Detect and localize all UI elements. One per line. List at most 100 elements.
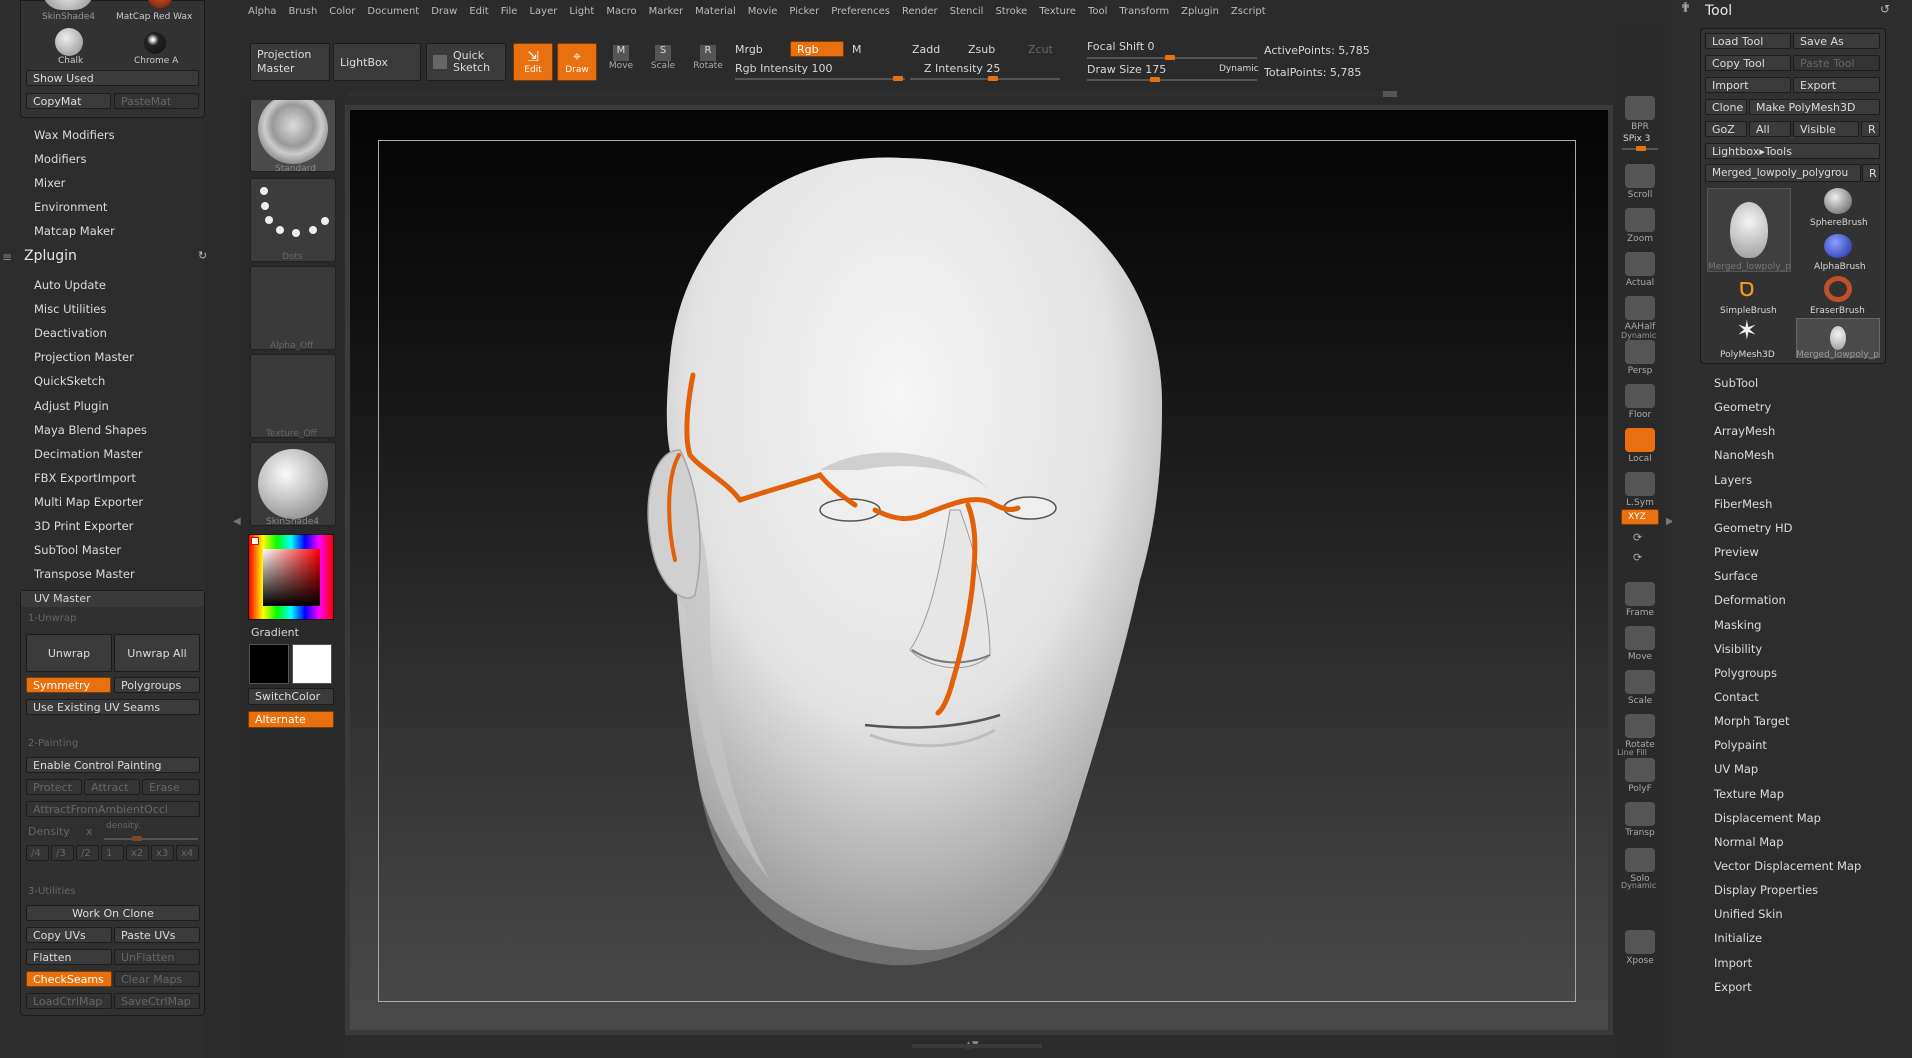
tool-menu-surface[interactable]: Surface [1714, 569, 1758, 583]
paste-tool-button[interactable]: Paste Tool [1793, 55, 1880, 71]
import-button[interactable]: Import [1705, 77, 1791, 93]
menu-macro[interactable]: Macro [600, 6, 642, 17]
right-shelf-polyf-button[interactable]: PolyF [1614, 752, 1666, 794]
right-shelf-lsym-button[interactable]: L.Sym [1614, 466, 1666, 508]
menu-texture[interactable]: Texture [1033, 6, 1082, 17]
zplugin-item[interactable]: Projection Master [34, 350, 134, 364]
menu-movie[interactable]: Movie [742, 6, 784, 17]
goz-button[interactable]: GoZ [1705, 121, 1747, 137]
rotate-y-icon[interactable]: ⟳ [1633, 531, 1642, 544]
erase-button[interactable]: Erase [142, 779, 200, 795]
tool-menu-fibermesh[interactable]: FiberMesh [1714, 497, 1772, 511]
left-menu-item[interactable]: Wax Modifiers [34, 128, 115, 142]
secondary-color-swatch[interactable] [292, 644, 332, 684]
menu-zscript[interactable]: Zscript [1225, 6, 1272, 17]
goz-all-button[interactable]: All [1749, 121, 1791, 137]
alternate-toggle[interactable]: Alternate [248, 711, 334, 728]
symmetry-toggle[interactable]: Symmetry [26, 677, 111, 693]
tool-menu-polypaint[interactable]: Polypaint [1714, 738, 1767, 752]
right-shelf-floor-button[interactable]: Floor [1614, 378, 1666, 420]
right-shelf-aahalf-button[interactable]: AAHalf [1614, 290, 1666, 332]
right-shelf-move-button[interactable]: Move [1614, 620, 1666, 662]
material-chrome-thumb[interactable] [144, 32, 166, 54]
clear-maps-button[interactable]: Clear Maps [114, 971, 200, 987]
copy-tool-button[interactable]: Copy Tool [1705, 55, 1791, 71]
right-shelf-local-button[interactable]: Local [1614, 422, 1666, 464]
tool-menu-preview[interactable]: Preview [1714, 545, 1759, 559]
tool-refresh-icon[interactable]: ↺ [1880, 2, 1890, 16]
protect-button[interactable]: Protect [26, 779, 82, 795]
spherebrush-icon[interactable] [1824, 188, 1852, 214]
flatten-button[interactable]: Flatten [26, 949, 112, 965]
copymat-button[interactable]: CopyMat [26, 93, 111, 109]
clone-button[interactable]: Clone [1705, 99, 1747, 115]
bottom-scrollbar[interactable] [912, 1044, 1042, 1048]
current-tool-slider[interactable]: Merged_lowpoly_polygrou [1705, 164, 1861, 182]
spix-slider[interactable] [1622, 146, 1658, 151]
unwrap-button[interactable]: Unwrap [26, 634, 112, 672]
right-shelf-frame-button[interactable]: Frame [1614, 576, 1666, 618]
right-shelf-actual-button[interactable]: Actual [1614, 246, 1666, 288]
move-mode-button[interactable]: M Move [603, 45, 639, 79]
switchcolor-button[interactable]: SwitchColor [248, 688, 334, 705]
dynamic-toggle[interactable]: Dynamic [1219, 64, 1259, 74]
m-toggle[interactable]: M [852, 43, 862, 56]
attract-from-ao-button[interactable]: AttractFromAmbientOccl [26, 801, 200, 817]
tool-menu-arraymesh[interactable]: ArrayMesh [1714, 424, 1775, 438]
right-shelf-rotate-button[interactable]: Rotate [1614, 708, 1666, 750]
menu-layer[interactable]: Layer [523, 6, 563, 17]
tool-menu-uv-map[interactable]: UV Map [1714, 762, 1758, 776]
zplugin-item[interactable]: SubTool Master [34, 543, 121, 557]
zplugin-item[interactable]: Maya Blend Shapes [34, 423, 147, 437]
menu-document[interactable]: Document [361, 6, 425, 17]
tool-menu-masking[interactable]: Masking [1714, 618, 1761, 632]
draw-mode-button[interactable]: ⌖ Draw [557, 43, 597, 81]
tool-menu-texture-map[interactable]: Texture Map [1714, 787, 1784, 801]
pastemat-button[interactable]: PasteMat [114, 93, 199, 109]
goz-visible-button[interactable]: Visible [1793, 121, 1859, 137]
left-menu-item[interactable]: Matcap Maker [34, 224, 115, 238]
tool-pin-icon[interactable]: ✟ [1680, 1, 1691, 16]
polymesh3d-icon[interactable]: ✶ [1736, 318, 1758, 344]
document-canvas[interactable] [350, 110, 1608, 1030]
right-shelf-bpr-button[interactable]: BPR [1614, 90, 1666, 132]
rotate-z-icon[interactable]: ⟳ [1633, 551, 1642, 564]
rotate-mode-button[interactable]: R Rotate [689, 45, 727, 79]
lightbox-button[interactable]: LightBox [333, 43, 421, 81]
zplugin-item[interactable]: Transpose Master [34, 567, 135, 581]
menu-zplugin[interactable]: Zplugin [1175, 6, 1225, 17]
menu-light[interactable]: Light [563, 6, 600, 17]
menu-alpha[interactable]: Alpha [242, 6, 282, 17]
draw-size-slider[interactable] [1087, 77, 1257, 82]
density-option-button[interactable]: /2 [76, 845, 99, 861]
menu-transform[interactable]: Transform [1113, 6, 1175, 17]
tool-menu-deformation[interactable]: Deformation [1714, 593, 1786, 607]
alphabrush-icon[interactable] [1824, 234, 1852, 258]
zplugin-item[interactable]: Deactivation [34, 326, 107, 340]
top-scrollbar[interactable] [349, 91, 1397, 97]
zplugin-item[interactable]: Misc Utilities [34, 302, 106, 316]
scale-mode-button[interactable]: S Scale [645, 45, 681, 79]
tool-menu-export[interactable]: Export [1714, 980, 1752, 994]
loadctrlmap-button[interactable]: LoadCtrlMap [26, 993, 112, 1009]
tool-menu-displacement-map[interactable]: Displacement Map [1714, 811, 1821, 825]
zcut-toggle[interactable]: Zcut [1028, 43, 1053, 56]
zplugin-item[interactable]: Adjust Plugin [34, 399, 109, 413]
menu-picker[interactable]: Picker [783, 6, 825, 17]
tool-menu-vector-displacement-map[interactable]: Vector Displacement Map [1714, 859, 1861, 873]
zplugin-header[interactable]: ≡ Zplugin ↻ [0, 248, 207, 266]
simplebrush-icon[interactable]: ס [1738, 275, 1755, 301]
savectrlmap-button[interactable]: SaveCtrlMap [114, 993, 200, 1009]
tool-menu-import[interactable]: Import [1714, 956, 1752, 970]
quick-sketch-button[interactable]: Quick Sketch [426, 43, 506, 81]
main-color-swatch[interactable] [249, 644, 289, 684]
right-shelf-xpose-button[interactable]: Xpose [1614, 924, 1666, 966]
texture-thumbnail[interactable] [250, 354, 336, 438]
zplugin-item[interactable]: QuickSketch [34, 374, 105, 388]
right-shelf-zoom-button[interactable]: Zoom [1614, 202, 1666, 244]
tool-menu-geometry[interactable]: Geometry [1714, 400, 1771, 414]
checkseams-toggle[interactable]: CheckSeams [26, 971, 112, 987]
tool-menu-geometry-hd[interactable]: Geometry HD [1714, 521, 1793, 535]
menu-edit[interactable]: Edit [463, 6, 494, 17]
right-shelf-scale-button[interactable]: Scale [1614, 664, 1666, 706]
